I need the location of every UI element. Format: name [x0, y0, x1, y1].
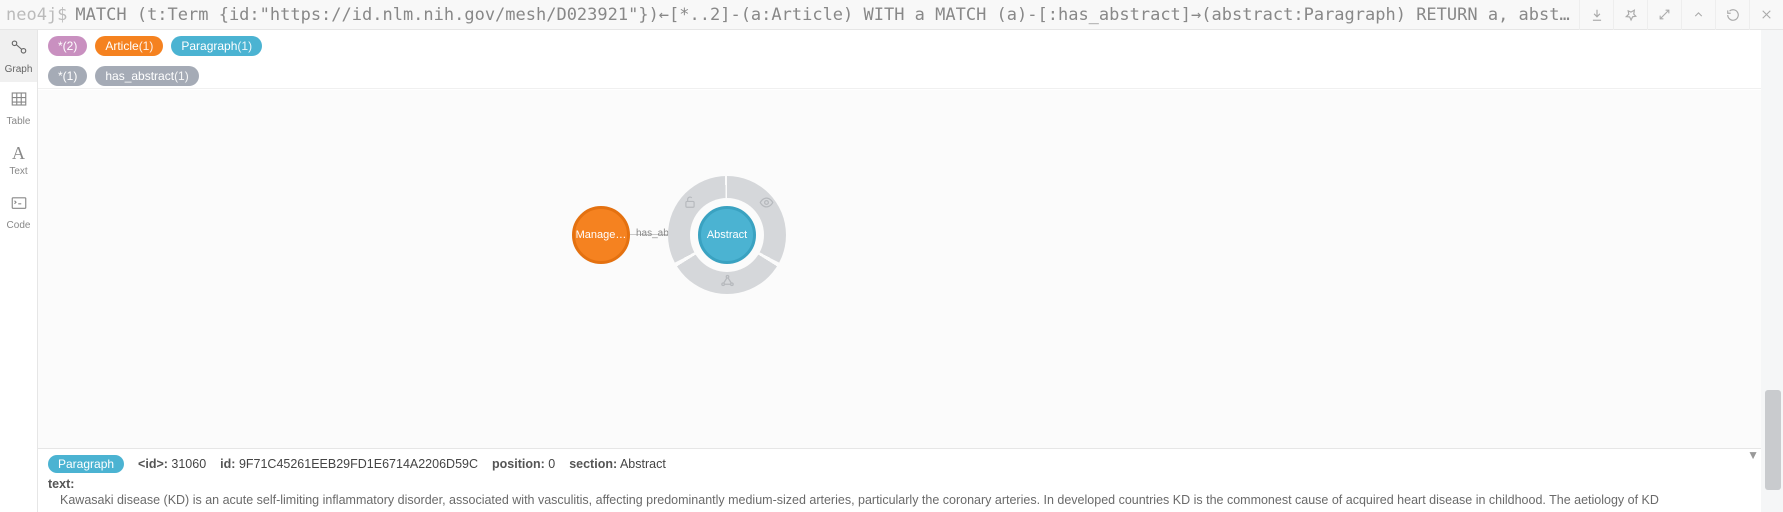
nav-graph-label: Graph [5, 64, 33, 75]
chip-article[interactable]: Article(1) [95, 36, 163, 56]
legend-bar: *(2) Article(1) Paragraph(1) *(1) has_ab… [38, 30, 1761, 89]
detail-badge[interactable]: Paragraph [48, 455, 124, 473]
scrollbar-thumb[interactable] [1765, 390, 1781, 490]
chip-rel-all[interactable]: *(1) [48, 66, 87, 86]
detail-id: <id>: 31060 [138, 457, 206, 471]
graph-canvas[interactable]: has_abs… Manage… Abstract [38, 90, 1761, 448]
detail-panel: Paragraph <id>: 31060 id: 9F71C45261EEB2… [38, 448, 1761, 512]
download-icon[interactable] [1579, 0, 1613, 30]
view-mode-nav: Graph Table A Text Code [0, 30, 38, 512]
detail-position: position: 0 [492, 457, 555, 471]
detail-section: section: Abstract [569, 457, 666, 471]
chip-paragraph[interactable]: Paragraph(1) [171, 36, 262, 56]
detail-header: Paragraph <id>: 31060 id: 9F71C45261EEB2… [48, 455, 1751, 473]
nav-table-label: Table [7, 116, 31, 127]
detail-text-value: Kawasaki disease (KD) is an acute self-l… [48, 493, 1751, 507]
graph-node-abstract[interactable]: Abstract [698, 206, 756, 264]
nav-table[interactable]: Table [0, 82, 37, 134]
nav-graph[interactable]: Graph [0, 30, 37, 82]
pin-icon[interactable] [1613, 0, 1647, 30]
nav-text[interactable]: A Text [0, 134, 37, 186]
graph-icon [10, 38, 28, 60]
chip-node-all[interactable]: *(2) [48, 36, 87, 56]
query-bar: neo4j$ MATCH (t:Term {id:"https://id.nlm… [0, 0, 1783, 30]
detail-caret-icon[interactable]: ▼ [1747, 448, 1759, 462]
query-actions [1579, 0, 1783, 29]
prompt-label: neo4j$ [0, 5, 75, 25]
nav-text-label: Text [9, 166, 27, 177]
detail-text-key: text: [48, 477, 1751, 491]
text-icon: A [12, 144, 25, 162]
nav-code[interactable]: Code [0, 186, 37, 238]
graph-node-article[interactable]: Manage… [572, 206, 630, 264]
collapse-up-icon[interactable] [1681, 0, 1715, 30]
close-icon[interactable] [1749, 0, 1783, 30]
halo-eye-icon[interactable] [758, 194, 774, 210]
query-text[interactable]: MATCH (t:Term {id:"https://id.nlm.nih.go… [75, 5, 1579, 25]
table-icon [10, 90, 28, 112]
code-icon [10, 194, 28, 216]
refresh-icon[interactable] [1715, 0, 1749, 30]
chip-has-abstract[interactable]: has_abstract(1) [95, 66, 198, 86]
expand-icon[interactable] [1647, 0, 1681, 30]
detail-id2: id: 9F71C45261EEB29FD1E6714A2206D59C [220, 457, 478, 471]
scrollbar[interactable] [1761, 30, 1783, 512]
halo-unlock-icon[interactable] [682, 194, 698, 210]
halo-expand-graph-icon[interactable] [719, 272, 735, 288]
nav-code-label: Code [7, 220, 31, 231]
